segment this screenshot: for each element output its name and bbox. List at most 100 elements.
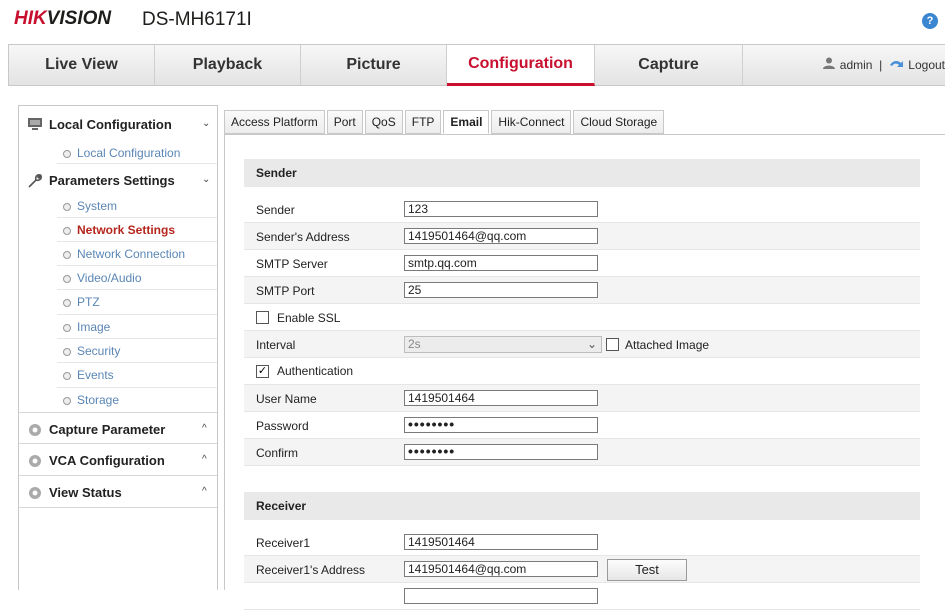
username-label: admin bbox=[839, 58, 873, 72]
bullet-icon bbox=[63, 396, 71, 405]
content-area: Access Platform Port QoS FTP Email Hik-Connec… bbox=[224, 105, 945, 610]
interval-select[interactable]: 2s ⌄ bbox=[404, 336, 602, 353]
confirm-password-input[interactable]: •••••••• bbox=[404, 444, 598, 460]
gear-icon bbox=[27, 422, 43, 436]
sidebar: Local Configuration ⌄ Local Configuratio… bbox=[18, 105, 218, 590]
row-authentication: ✓ Authentication bbox=[244, 358, 920, 385]
authentication-checkbox[interactable]: ✓ bbox=[256, 365, 269, 378]
sidebar-item-image[interactable]: Image bbox=[63, 316, 110, 338]
nav-tab-live-view[interactable]: Live View bbox=[9, 45, 155, 85]
row-receiver1-address: Receiver1's Address 1419501464@qq.com Te… bbox=[244, 556, 920, 583]
row-user-name: User Name 1419501464 bbox=[244, 385, 920, 412]
smtp-server-input[interactable]: smtp.qq.com bbox=[404, 255, 598, 271]
row-receiver2 bbox=[244, 583, 920, 610]
row-enable-ssl: Enable SSL bbox=[244, 304, 920, 331]
section-local-configuration[interactable]: Local Configuration ⌄ bbox=[19, 108, 217, 138]
sidebar-item-events[interactable]: Events bbox=[63, 364, 114, 386]
sub-tabs: Access Platform Port QoS FTP Email Hik-Connec… bbox=[224, 110, 666, 134]
top-bar: HIKVISION DS-MH6171I ? bbox=[0, 0, 945, 38]
section-title: Local Configuration bbox=[49, 117, 172, 132]
nav-tab-capture[interactable]: Capture bbox=[595, 45, 743, 85]
logout-icon bbox=[889, 46, 905, 86]
wrench-icon bbox=[27, 173, 43, 188]
main-nav: Live View Playback Picture Configuration… bbox=[8, 44, 945, 86]
row-smtp-server: SMTP Server smtp.qq.com bbox=[244, 250, 920, 277]
chevron-up-icon: ^ bbox=[202, 454, 207, 465]
receiver2-input[interactable] bbox=[404, 588, 598, 604]
divider bbox=[57, 217, 217, 218]
bullet-icon bbox=[63, 347, 71, 356]
help-icon[interactable]: ? bbox=[922, 13, 938, 29]
nav-tab-configuration[interactable]: Configuration bbox=[447, 45, 595, 86]
row-password: Password •••••••• bbox=[244, 412, 920, 439]
row-receiver1: Receiver1 1419501464 bbox=[244, 529, 920, 556]
chevron-up-icon: ^ bbox=[202, 423, 207, 434]
bullet-icon bbox=[63, 226, 71, 235]
receiver1-input[interactable]: 1419501464 bbox=[404, 534, 598, 550]
hikvision-logo: HIKVISION bbox=[14, 8, 112, 29]
attached-image-checkbox[interactable] bbox=[606, 338, 619, 351]
section-view-status[interactable]: View Status ^ bbox=[19, 476, 217, 508]
monitor-icon bbox=[27, 117, 43, 131]
bullet-icon bbox=[63, 250, 71, 259]
sidebar-item-system[interactable]: System bbox=[63, 195, 117, 217]
chevron-down-icon: ⌄ bbox=[202, 174, 211, 185]
section-title: View Status bbox=[49, 485, 122, 500]
section-capture-parameter[interactable]: Capture Parameter ^ bbox=[19, 412, 217, 444]
sidebar-item-security[interactable]: Security bbox=[63, 340, 120, 362]
section-parameters-settings[interactable]: Parameters Settings ⌄ bbox=[19, 164, 217, 194]
password-input[interactable]: •••••••• bbox=[404, 417, 598, 433]
bullet-icon bbox=[63, 298, 71, 307]
nav-tab-playback[interactable]: Playback bbox=[155, 45, 301, 85]
gear-icon bbox=[27, 453, 43, 467]
bullet-icon bbox=[63, 202, 71, 211]
row-sender: Sender 123 bbox=[244, 196, 920, 223]
email-settings-panel: Sender Sender 123 Sender's Address 14195… bbox=[224, 134, 945, 610]
bullet-icon bbox=[63, 371, 71, 380]
tab-cloud-storage[interactable]: Cloud Storage bbox=[573, 110, 665, 134]
sender-address-input[interactable]: 1419501464@qq.com bbox=[404, 228, 598, 244]
receiver1-address-input[interactable]: 1419501464@qq.com bbox=[404, 561, 598, 577]
chevron-down-icon: ⌄ bbox=[586, 337, 597, 351]
sidebar-item-video-audio[interactable]: Video/Audio bbox=[63, 267, 142, 289]
user-icon bbox=[822, 46, 836, 86]
bullet-icon bbox=[63, 323, 71, 332]
user-box: admin | Logout bbox=[812, 45, 945, 85]
smtp-port-input[interactable]: 25 bbox=[404, 282, 598, 298]
sidebar-item-network-settings[interactable]: Network Settings bbox=[63, 219, 175, 241]
logout-link[interactable]: Logout bbox=[908, 58, 945, 72]
enable-ssl-checkbox[interactable] bbox=[256, 311, 269, 324]
tab-port[interactable]: Port bbox=[326, 110, 363, 134]
sender-header: Sender bbox=[244, 159, 920, 187]
tab-access-platform[interactable]: Access Platform bbox=[224, 110, 325, 134]
tab-email[interactable]: Email bbox=[443, 110, 490, 134]
sender-input[interactable]: 123 bbox=[404, 201, 598, 217]
username-input[interactable]: 1419501464 bbox=[404, 390, 598, 406]
sidebar-item-ptz[interactable]: PTZ bbox=[63, 291, 100, 313]
tab-qos[interactable]: QoS bbox=[364, 110, 403, 134]
divider bbox=[57, 265, 217, 266]
row-sender-address: Sender's Address 1419501464@qq.com bbox=[244, 223, 920, 250]
bullet-icon bbox=[63, 274, 71, 283]
section-title: VCA Configuration bbox=[49, 453, 165, 468]
test-button[interactable]: Test bbox=[607, 559, 687, 581]
divider bbox=[57, 289, 217, 290]
sidebar-item-storage[interactable]: Storage bbox=[63, 389, 119, 411]
row-smtp-port: SMTP Port 25 bbox=[244, 277, 920, 304]
receiver-header: Receiver bbox=[244, 492, 920, 520]
section-vca-configuration[interactable]: VCA Configuration ^ bbox=[19, 444, 217, 476]
chevron-down-icon: ⌄ bbox=[202, 118, 211, 129]
divider bbox=[57, 241, 217, 242]
divider bbox=[57, 362, 217, 363]
row-confirm: Confirm •••••••• bbox=[244, 439, 920, 466]
sidebar-item-local-configuration[interactable]: Local Configuration bbox=[63, 142, 180, 164]
section-title: Parameters Settings bbox=[49, 173, 175, 188]
gear-icon bbox=[27, 485, 43, 499]
bullet-icon bbox=[63, 149, 71, 158]
nav-tab-picture[interactable]: Picture bbox=[301, 45, 447, 85]
divider bbox=[57, 314, 217, 315]
divider bbox=[57, 387, 217, 388]
tab-ftp[interactable]: FTP bbox=[404, 110, 442, 134]
tab-hik-connect[interactable]: Hik-Connect bbox=[491, 110, 572, 134]
sidebar-item-network-connection[interactable]: Network Connection bbox=[63, 243, 185, 265]
